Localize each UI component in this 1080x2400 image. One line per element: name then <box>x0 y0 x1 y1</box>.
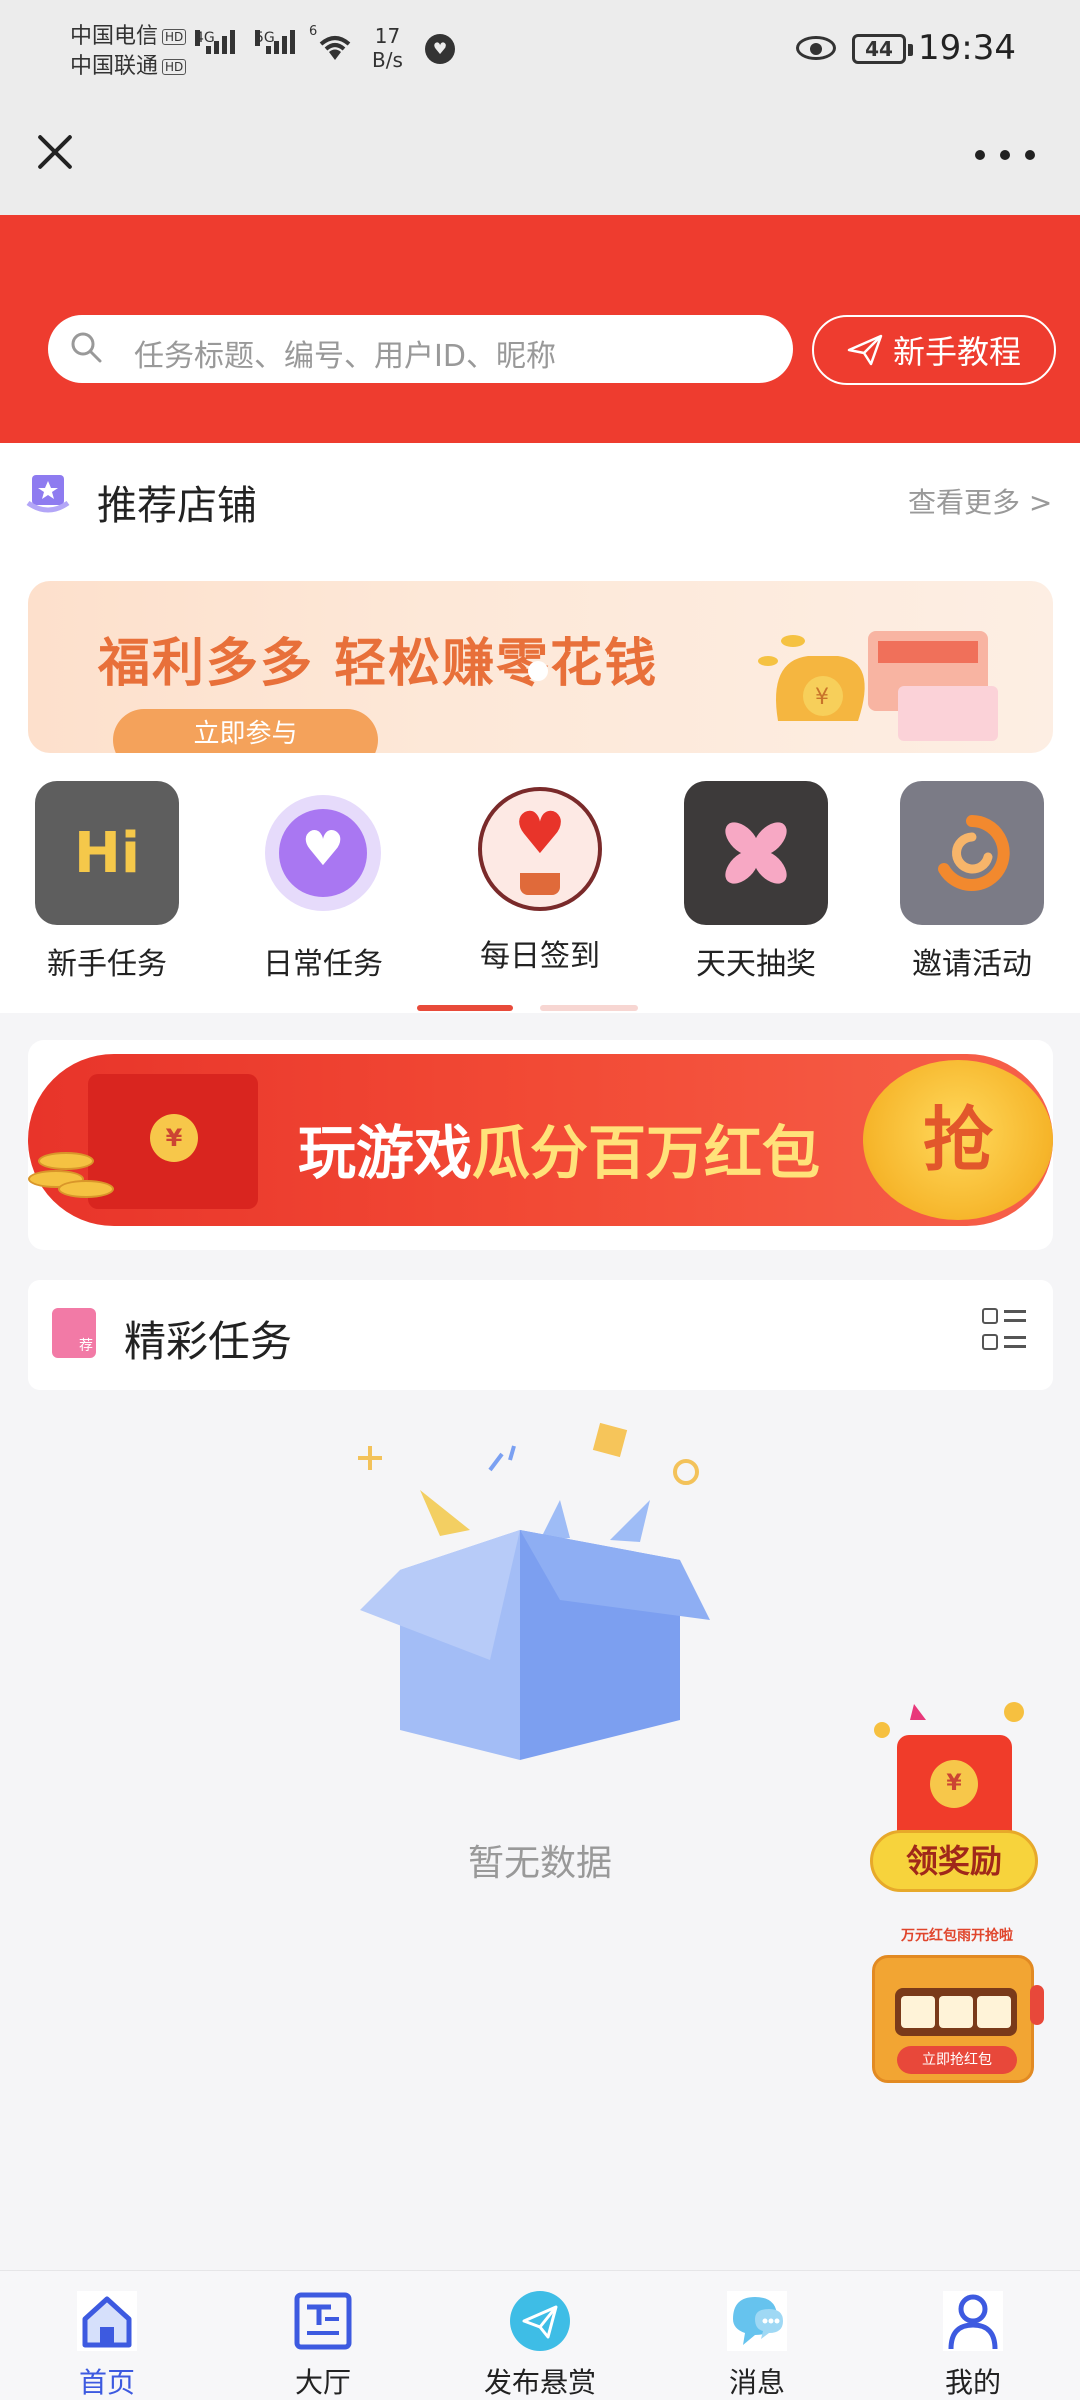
nav-label: 大厅 <box>294 2366 351 2399</box>
hi-icon: Hi <box>35 781 179 925</box>
quick-item-lottery[interactable]: 天天抽奖 <box>666 781 846 983</box>
hd-badge: HD <box>162 29 187 45</box>
quick-item-daily-checkin[interactable]: ♥ 每日签到 <box>450 781 630 975</box>
wifi-icon: 6 <box>309 24 355 73</box>
slot-machine-icon: 立即抢红包 <box>872 1955 1034 2083</box>
battery-icon: 44 <box>852 34 913 64</box>
clock: 19:34 <box>918 28 1016 68</box>
recommended-stores-section: 推荐店铺 查看更多 > 福利多多 轻松赚零花钱 立即参与 ¥ <box>0 443 1080 753</box>
app-top-bar <box>0 105 1080 215</box>
grab-red-packet-button[interactable]: 立即抢红包 <box>897 2046 1017 2074</box>
join-now-button[interactable]: 立即参与 <box>113 709 378 753</box>
carrier-1: 中国电信 <box>70 24 159 49</box>
bottom-navigation: 首页 大厅 发布悬赏 消息 我的 <box>0 2270 1080 2400</box>
network-label: 4G <box>195 30 215 46</box>
paper-plane-icon <box>847 334 883 366</box>
game-promo-banner[interactable]: ¥ 玩游戏瓜分百万红包 抢 <box>28 1054 1053 1226</box>
nav-hall[interactable]: 大厅 <box>243 2289 403 2400</box>
heart-icon: ♥ <box>251 781 395 925</box>
slot-header: 万元红包雨开抢啦 <box>901 1928 1013 1944</box>
grab-button[interactable]: 抢 <box>863 1060 1053 1220</box>
welfare-banner[interactable]: 福利多多 轻松赚零花钱 立即参与 ¥ <box>28 581 1053 753</box>
quick-item-label: 日常任务 <box>263 947 383 982</box>
hd-badge: HD <box>162 59 187 75</box>
claim-reward-widget[interactable]: ¥ 领奖励 <box>862 1700 1042 1900</box>
scroll-indicator-active <box>417 1005 513 1011</box>
list-view-icon[interactable] <box>982 1308 1026 1354</box>
heart-plant-icon: ♥ <box>468 781 612 925</box>
carousel-dot <box>528 661 548 681</box>
coin-stack-icon <box>28 1152 128 1202</box>
nav-messages[interactable]: 消息 <box>677 2289 837 2400</box>
nav-profile[interactable]: 我的 <box>893 2289 1053 2400</box>
signal-icon: 4G <box>195 30 235 54</box>
search-input[interactable]: 任务标题、编号、用户ID、昵称 <box>48 315 793 383</box>
heart-shield-icon: ♥ <box>425 34 455 64</box>
quick-item-label: 每日签到 <box>480 939 600 974</box>
message-icon <box>727 2291 787 2351</box>
swirl-icon <box>900 781 1044 925</box>
net-speed-unit: B/s <box>372 48 403 72</box>
recommend-tag-icon <box>52 1308 96 1358</box>
hall-icon <box>294 2292 352 2350</box>
net-speed: 17 B/s <box>372 24 403 72</box>
network-label: 5G <box>255 30 275 46</box>
quick-item-daily-tasks[interactable]: ♥ 日常任务 <box>233 781 413 983</box>
promo-text: 玩游戏瓜分百万红包 <box>298 1119 821 1187</box>
money-bag-illustration: ¥ <box>758 631 998 741</box>
empty-box-illustration <box>358 1422 710 1760</box>
featured-tasks-header: 精彩任务 <box>28 1280 1053 1390</box>
pinwheel-icon <box>684 781 828 925</box>
section-title: 推荐店铺 <box>97 483 257 529</box>
nav-label: 消息 <box>728 2366 785 2399</box>
banner-text: 福利多多 轻松赚零花钱 <box>98 634 659 694</box>
tutorial-button[interactable]: 新手教程 <box>812 315 1056 385</box>
more-icon[interactable] <box>975 135 1035 175</box>
home-icon <box>77 2291 137 2351</box>
nav-publish[interactable]: 发布悬赏 <box>460 2289 620 2400</box>
quick-item-label: 天天抽奖 <box>696 947 816 982</box>
nav-home[interactable]: 首页 <box>27 2289 187 2400</box>
publish-icon <box>510 2291 570 2351</box>
quick-item-label: 新手任务 <box>47 947 167 982</box>
close-icon[interactable] <box>28 125 82 179</box>
section-title: 精彩任务 <box>124 1317 293 1366</box>
game-promo-banner-card: ¥ 玩游戏瓜分百万红包 抢 <box>28 1040 1053 1250</box>
tutorial-label: 新手教程 <box>892 333 1021 371</box>
see-more-link[interactable]: 查看更多 > <box>908 481 1052 521</box>
nav-label: 首页 <box>78 2366 135 2399</box>
search-placeholder: 任务标题、编号、用户ID、昵称 <box>134 339 556 374</box>
claim-reward-button[interactable]: 领奖励 <box>870 1830 1038 1892</box>
nav-label: 我的 <box>944 2366 1001 2399</box>
red-packet-rain-widget[interactable]: 万元红包雨开抢啦 立即抢红包 <box>868 1925 1048 2105</box>
carrier-info: 中国电信 HD 中国联通 HD <box>70 22 187 82</box>
quick-item-newbie-tasks[interactable]: Hi 新手任务 <box>17 781 197 983</box>
search-header: 任务标题、编号、用户ID、昵称 新手教程 <box>0 215 1080 443</box>
profile-icon <box>943 2291 1003 2351</box>
nav-label: 发布悬赏 <box>483 2366 596 2399</box>
quick-entry-row: Hi 新手任务 ♥ 日常任务 ♥ 每日签到 天天抽奖 邀请活动 <box>0 753 1080 1013</box>
scroll-indicator-track <box>540 1005 638 1011</box>
svg-text:¥: ¥ <box>815 685 829 710</box>
quick-item-invite[interactable]: 邀请活动 <box>882 781 1062 983</box>
eye-icon <box>796 36 836 60</box>
store-star-icon <box>26 475 70 513</box>
slot-lever <box>1030 1985 1044 2025</box>
quick-item-label: 邀请活动 <box>912 947 1032 982</box>
search-icon <box>71 332 102 363</box>
status-bar: 中国电信 HD 中国联通 HD 4G 5G 6 17 B/s ♥ 44 19:34 <box>0 0 1080 105</box>
signal-icon: 5G <box>255 30 295 54</box>
net-speed-value: 17 <box>374 24 401 48</box>
carrier-2: 中国联通 <box>70 54 159 79</box>
wifi-level: 6 <box>309 24 318 39</box>
